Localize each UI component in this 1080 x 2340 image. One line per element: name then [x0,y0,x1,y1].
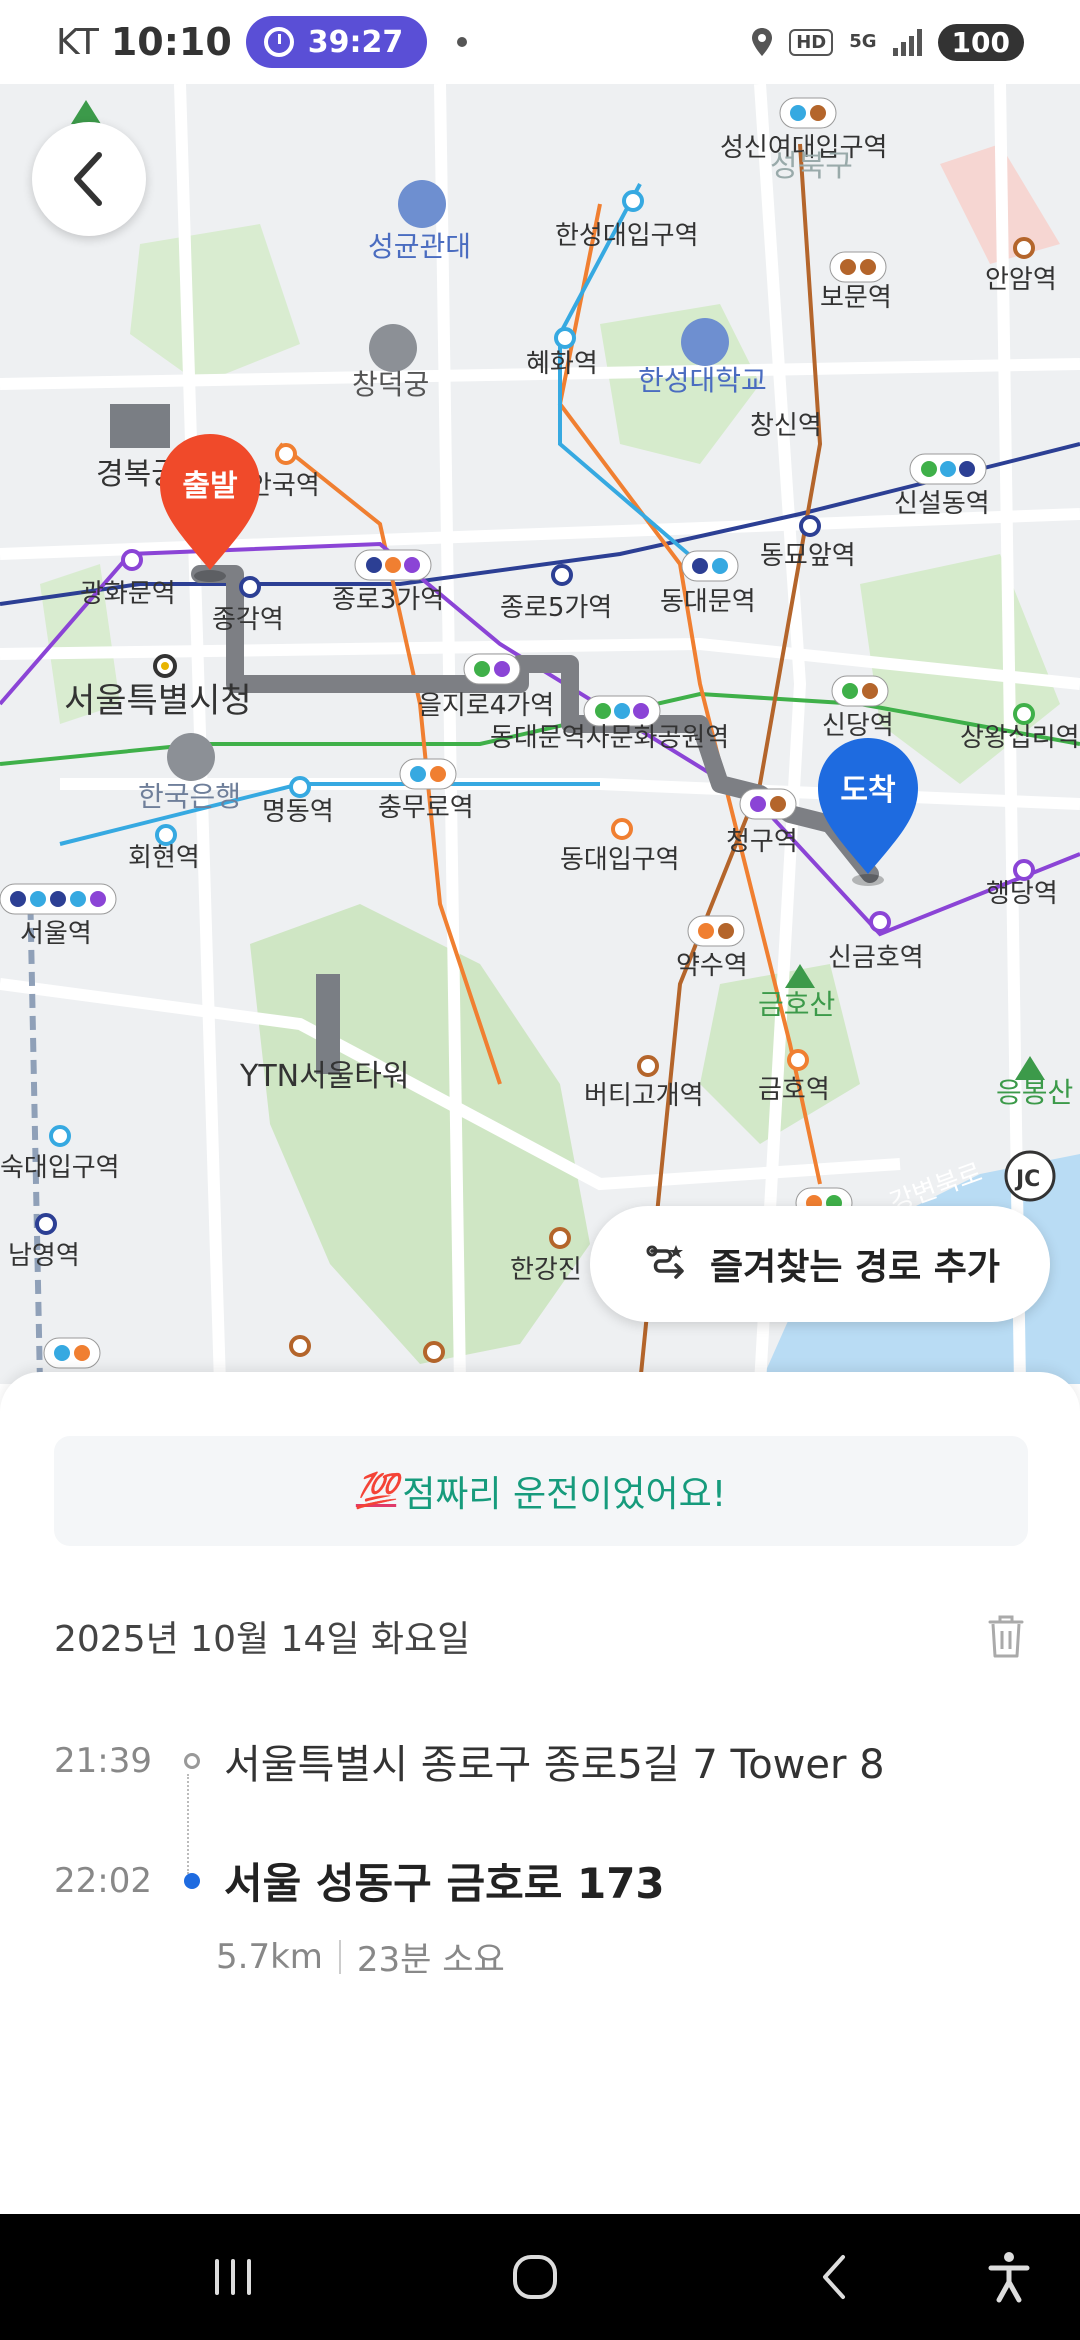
trash-icon[interactable] [984,1612,1028,1660]
home-icon [513,2255,557,2299]
start-pin-label: 출발 [182,469,238,504]
location-icon [752,28,773,56]
trip-detail-sheet: 💯 점짜리 운전이었어요! 2025년 10월 14일 화요일 21:39 서울… [0,1372,1080,2214]
network-type-icon: 5G [849,31,877,52]
accessibility-button[interactable] [974,2244,1044,2310]
namsan-park [250,904,590,1364]
map-label: JC [1014,1167,1040,1192]
departure-time: 21:39 [54,1741,152,1781]
end-pin-label: 도착 [840,773,896,808]
origin-address: 서울특별시 종로구 종로5길 7 Tower 8 [224,1742,885,1788]
trip-distance: 5.7km [216,1936,323,1977]
drive-score-text: 점짜리 운전이었어요! [402,1474,727,1515]
add-favorite-route-button[interactable]: 즐겨찾는 경로 추가 [590,1206,1050,1322]
hd-voice-icon: HD [789,28,834,56]
map-label: 종각역 [212,605,284,635]
map-label: 청구역 [726,827,798,857]
map-label: 한성대학교 [638,364,767,397]
destination-marker [184,1872,200,1889]
map-label: 동대입구역 [560,845,680,875]
back-nav-icon [823,2255,845,2299]
map-label: 신당역 [822,711,894,741]
map-label: 신금호역 [828,943,924,973]
map-label: 한강진 [510,1255,582,1285]
notification-dot [457,37,468,47]
map-label: 종로5가역 [500,593,612,623]
recent-apps-button[interactable] [198,2244,268,2310]
map-label: 충무로역 [378,793,474,823]
end-pin[interactable]: 도착 [818,738,918,886]
accessibility-icon [988,2252,1030,2303]
trip-date: 2025년 10월 14일 화요일 [54,1619,471,1660]
map-label: 행당역 [986,879,1058,909]
signal-icon [892,28,922,56]
trip-summary: 5.7km 23분 소요 [216,1932,505,1981]
chevron-left-icon [74,152,102,206]
map-label: 창덕궁 [352,368,429,401]
drive-score-banner: 💯 점짜리 운전이었어요! [54,1436,1028,1546]
trip-duration: 23분 소요 [356,1940,505,1980]
map-label: 성균관대 [368,230,471,263]
map-label: 회현역 [128,843,200,873]
map-label: 금호역 [758,1075,830,1105]
map-label: 한성대입구역 [555,221,699,251]
summary-divider [338,1939,341,1974]
route-star-icon [646,1245,684,1279]
battery-indicator: 100 [937,23,1024,61]
map-label: 안암역 [985,265,1057,295]
map-label: 신설동역 [894,489,990,519]
map-label: 을지로4가역 [418,691,554,721]
map-label: 한국은행 [138,780,241,813]
status-bar: KT 10:10 39:27 HD 5G 100 [0,0,1080,84]
add-favorite-route-label: 즐겨찾는 경로 추가 [710,1247,1001,1288]
start-pin[interactable]: 출발 [160,434,260,582]
carrier-label: KT [56,21,99,63]
map-label: YTN서울타워 [239,1059,410,1094]
origin-marker [184,1753,200,1769]
map-label: 금호산 [758,988,835,1021]
map-label: 창신역 [750,411,822,441]
map-label: 상왕십리역 [960,723,1080,753]
status-icons: HD 5G 100 [751,23,1024,61]
map-label: 광화문역 [80,579,176,609]
map-label: 남영역 [8,1241,80,1271]
map-label: 동대문역 [660,587,756,617]
park-area [130,224,300,384]
map-label: 명동역 [262,797,334,827]
map-label: 종로3가역 [332,585,444,615]
map-canvas[interactable]: 성신여대입구역 성북구 한성대입구역 성균관대 안암역 보문역 혜화역 한성대학… [0,84,1080,1384]
map-label: 서울역 [20,919,92,949]
hundred-points-icon: 💯 [355,1471,398,1511]
trip-origin-row: 21:39 서울특별시 종로구 종로5길 7 Tower 8 [54,1732,885,1790]
map-label: 숙대입구역 [0,1153,120,1183]
trip-destination-row: 22:02 서울 성동구 금호로 173 [54,1850,665,1911]
map-label: 보문역 [820,283,892,313]
map-label: 약수역 [676,951,748,981]
back-button[interactable] [32,122,146,236]
recent-apps-icon [215,2259,251,2295]
destination-address: 서울 성동구 금호로 173 [224,1859,665,1908]
map-view[interactable]: 성신여대입구역 성북구 한성대입구역 성균관대 안암역 보문역 혜화역 한성대학… [0,84,1080,1384]
trip-date-row: 2025년 10월 14일 화요일 [54,1610,1028,1662]
timer-chip[interactable]: 39:27 [245,16,428,68]
map-label: 성북구 [770,149,853,184]
stopwatch-icon [263,27,294,57]
home-button[interactable] [500,2244,570,2310]
map-label: 혜화역 [526,349,598,379]
system-nav-bar [0,2214,1080,2340]
arrival-time: 22:02 [54,1860,152,1901]
map-label: 동대문역사문화공원역 [490,723,729,753]
map-label: 동묘앞역 [760,541,856,571]
rail-line [27,883,43,1384]
map-label: 버티고개역 [584,1081,704,1111]
map-label: 서울특별시청 [64,681,252,721]
map-label: 응봉산 [996,1076,1073,1109]
timer-value: 39:27 [307,24,404,60]
back-nav-button[interactable] [800,2244,870,2310]
clock: 10:10 [110,20,232,64]
